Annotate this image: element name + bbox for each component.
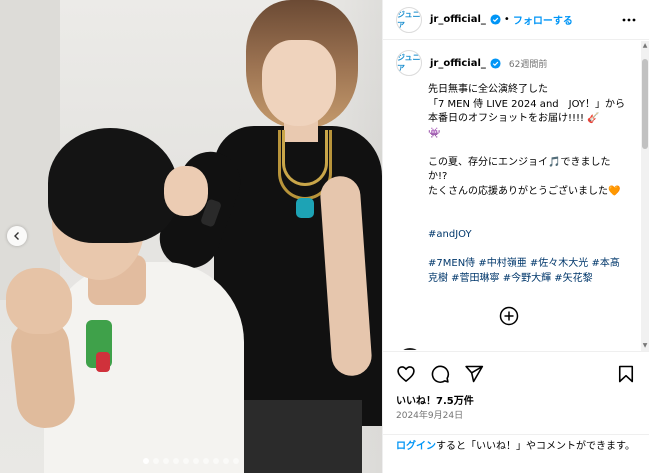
avatar-logo-text: ジュニア (397, 9, 421, 30)
post-date: 2024年9月24日 (396, 411, 464, 421)
login-prompt: ログインすると「いいね！」やコメントができます。 (383, 434, 649, 454)
hashtag-line-1[interactable]: #andJOY (428, 229, 472, 240)
like-count[interactable]: いいね！7.5万件 (396, 392, 474, 407)
photo-person-standing-hand (164, 166, 208, 216)
login-link[interactable]: ログイン (396, 441, 436, 452)
caption-paragraph-2: この夏、存分にエンジョイ🎵できましたか!? たくさんの応援ありがとうございました… (428, 156, 621, 197)
carousel-dot (233, 458, 239, 464)
caption-avatar-logo-text: ジュニア (397, 53, 421, 73)
carousel-dot (173, 458, 179, 464)
carousel-prev-button[interactable] (7, 226, 27, 246)
carousel-dots (0, 458, 382, 464)
carousel-dot (143, 458, 149, 464)
verified-badge-icon (490, 14, 501, 25)
header-username[interactable]: jr_official_ (430, 14, 486, 25)
post-side-panel: ジュニア jr_official_ • フォローする ジュニア jr_offic… (382, 0, 649, 473)
scroll-up-arrow-icon[interactable]: ▲ (641, 41, 649, 51)
carousel-dot (203, 458, 209, 464)
login-prompt-text: すると「いいね！」やコメントができます。 (436, 441, 635, 452)
follow-button[interactable]: フォローする (513, 12, 573, 27)
carousel-dot (183, 458, 189, 464)
header-separator: • (503, 14, 510, 25)
post-time-ago[interactable]: 62週間前 (509, 57, 547, 70)
scroll-thumb[interactable] (642, 59, 648, 149)
caption-scrollbar[interactable]: ▲ ▼ (641, 41, 649, 351)
carousel-dot (163, 458, 169, 464)
share-button[interactable] (464, 364, 484, 384)
action-icon-row (396, 364, 484, 384)
photo-shirt-print-red (96, 352, 110, 372)
caption-avatar[interactable]: ジュニア (396, 50, 422, 76)
verified-badge-icon (490, 57, 501, 69)
carousel-dot (223, 458, 229, 464)
caption-text: 先日無事に全公演終了した 「7 MEN 侍 LIVE 2024 and JOY！… (428, 83, 628, 286)
hashtag-line-2[interactable]: #7MEN侍 #中村嶺亜 #佐々木大光 #本髙克樹 #菅田琳寧 #今野大輝 #矢… (428, 258, 620, 284)
photo-person-standing-face (262, 40, 336, 126)
carousel-dot (193, 458, 199, 464)
more-options-icon[interactable] (622, 13, 636, 27)
carousel-dot (153, 458, 159, 464)
comment-button[interactable] (430, 364, 450, 384)
post-photo[interactable] (0, 0, 382, 473)
scroll-down-arrow-icon[interactable]: ▼ (641, 341, 649, 351)
chevron-left-icon (14, 232, 19, 240)
photo-person-seated-hands (6, 268, 72, 334)
carousel-dot (213, 458, 219, 464)
post-header: ジュニア jr_official_ • フォローする (383, 0, 649, 40)
photo-necklace-inner (282, 130, 328, 186)
photo-shirt-logo (296, 198, 314, 218)
photo-background-door (0, 0, 60, 300)
bookmark-icon (618, 365, 634, 383)
save-button[interactable] (616, 364, 636, 384)
photo-person-seated-hair (48, 128, 178, 243)
caption-paragraph-1: 先日無事に全公演終了した 「7 MEN 侍 LIVE 2024 and JOY！… (428, 84, 626, 139)
caption-username[interactable]: jr_official_ (430, 58, 486, 69)
plus-circle-icon[interactable] (499, 306, 519, 326)
share-icon (465, 365, 484, 383)
like-button[interactable] (396, 364, 416, 384)
comment-icon (431, 365, 450, 383)
avatar[interactable]: ジュニア (396, 6, 422, 33)
caption-header: ジュニア jr_official_ 62週間前 (396, 50, 547, 76)
heart-icon (397, 366, 415, 382)
caption-scroll-area[interactable]: ジュニア jr_official_ 62週間前 先日無事に全公演終了した 「7 … (383, 41, 642, 350)
next-comment-peek (396, 344, 626, 350)
post-actions: いいね！7.5万件 2024年9月24日 ログインすると「いいね！」やコメントが… (383, 351, 649, 473)
